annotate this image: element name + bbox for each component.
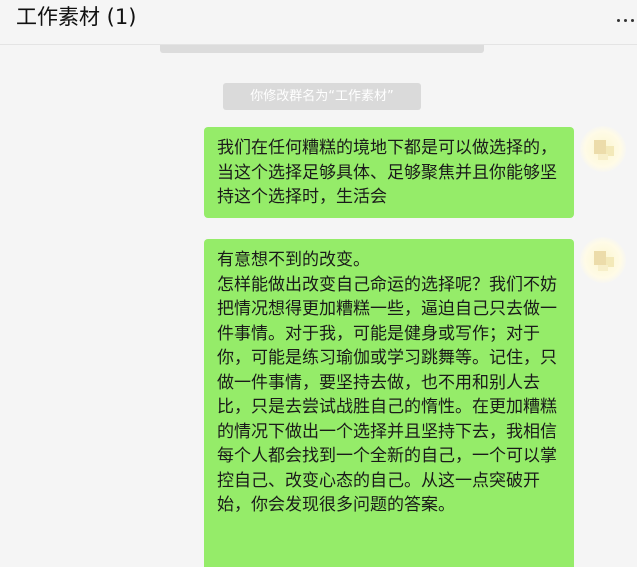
chat-window: 工作素材 (1) 你修改群名为“工作素材” 我们在任何糟糕的境地下都是可以做选择… [0, 0, 637, 567]
previous-message-fragment [160, 45, 484, 53]
message-bubble[interactable]: 有意想不到的改变。 怎样能做出改变自己命运的选择呢？我们不妨把情况想得更加糟糕一… [204, 239, 574, 567]
avatar[interactable] [580, 126, 626, 172]
chat-title: 工作素材 (1) [16, 5, 137, 29]
avatar[interactable] [580, 237, 626, 283]
message-list[interactable]: 你修改群名为“工作素材” 我们在任何糟糕的境地下都是可以做选择的，当这个选择足够… [0, 45, 637, 567]
message-text: 我们在任何糟糕的境地下都是可以做选择的，当这个选择足够具体、足够聚焦并且你能够坚… [217, 138, 557, 207]
system-notice: 你修改群名为“工作素材” [223, 83, 421, 110]
message-text: 有意想不到的改变。 [217, 250, 370, 270]
message-text: 怎样能做出改变自己命运的选择呢？我们不妨把情况想得更加糟糕一些，逼迫自己只去做一… [217, 274, 557, 516]
more-dots-icon[interactable] [615, 6, 637, 30]
chat-header: 工作素材 (1) [0, 0, 637, 45]
message-bubble[interactable]: 我们在任何糟糕的境地下都是可以做选择的，当这个选择足够具体、足够聚焦并且你能够坚… [204, 127, 574, 218]
